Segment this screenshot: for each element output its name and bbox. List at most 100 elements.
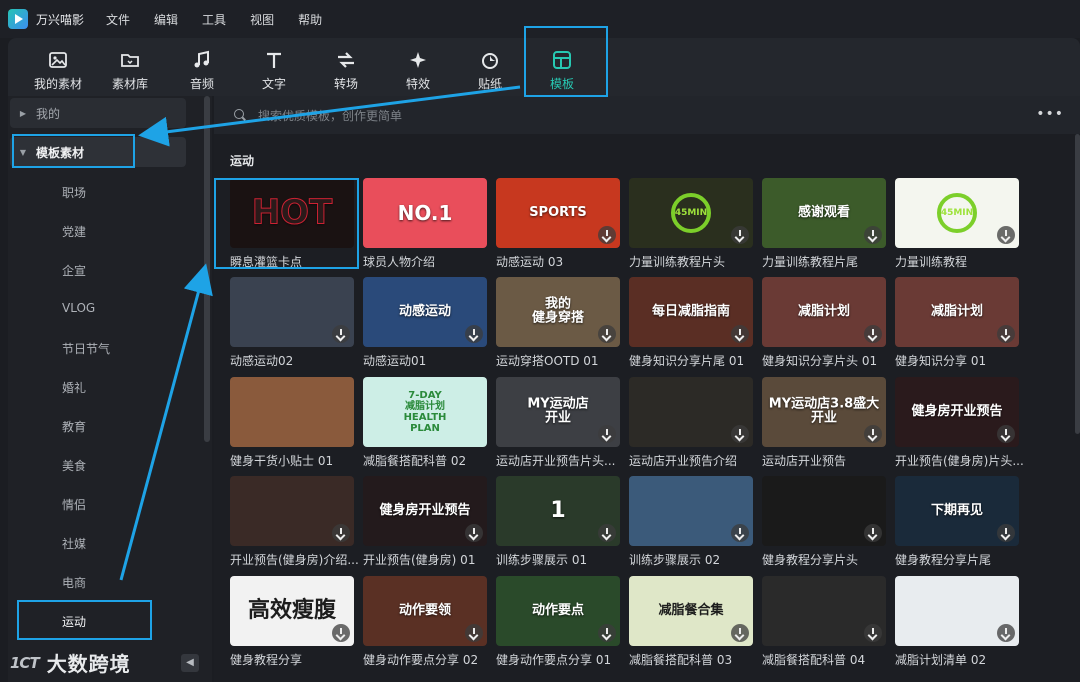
sidebar-item-social[interactable]: 社媒 <box>62 535 86 552</box>
download-icon[interactable] <box>864 325 882 343</box>
template-card[interactable]: HOT 瞬息灌篮卡点 <box>230 178 354 270</box>
sidebar-item-templates[interactable]: ▼ 模板素材 <box>10 137 186 167</box>
template-card[interactable]: 减脂计划 健身知识分享片头 01 <box>762 277 886 369</box>
template-thumbnail[interactable] <box>230 277 354 347</box>
menu-tools[interactable]: 工具 <box>202 11 226 28</box>
template-thumbnail[interactable]: 健身房开业预告 <box>363 476 487 546</box>
download-icon[interactable] <box>598 425 616 443</box>
download-icon[interactable] <box>598 226 616 244</box>
template-thumbnail[interactable]: SPORTS <box>496 178 620 248</box>
sidebar-item-party[interactable]: 党建 <box>62 223 86 240</box>
template-card[interactable]: 高效瘦腹 健身教程分享 <box>230 576 354 668</box>
template-card[interactable]: 减脂餐搭配科普 04 <box>762 576 886 668</box>
sidebar-item-sports[interactable]: 运动 <box>62 613 86 630</box>
download-icon[interactable] <box>864 425 882 443</box>
download-icon[interactable] <box>598 624 616 642</box>
sidebar-item-workplace[interactable]: 职场 <box>62 184 86 201</box>
template-card[interactable]: 动作要点 健身动作要点分享 01 <box>496 576 620 668</box>
sidebar-item-my[interactable]: ▶ 我的 <box>10 98 186 128</box>
template-card[interactable]: 下期再见 健身教程分享片尾 <box>895 476 1019 568</box>
sidebar-item-corporate[interactable]: 企宣 <box>62 262 86 279</box>
template-thumbnail[interactable]: 7-DAY 减脂计划 HEALTH PLAN <box>363 377 487 447</box>
template-thumbnail[interactable] <box>895 576 1019 646</box>
template-thumbnail[interactable]: 健身房开业预告 <box>895 377 1019 447</box>
template-thumbnail[interactable]: 减脂计划 <box>895 277 1019 347</box>
template-card[interactable]: 我的 健身穿搭 运动穿搭OOTD 01 <box>496 277 620 369</box>
template-card[interactable]: 45MIN 力量训练教程 <box>895 178 1019 270</box>
template-thumbnail[interactable]: MY运动店 开业 <box>496 377 620 447</box>
template-card[interactable]: 动感运动02 <box>230 277 354 369</box>
sidebar-item-wedding[interactable]: 婚礼 <box>62 379 86 396</box>
template-card[interactable]: 动感运动 动感运动01 <box>363 277 487 369</box>
template-card[interactable]: 减脂计划清单 02 <box>895 576 1019 668</box>
template-thumbnail[interactable] <box>762 576 886 646</box>
template-thumbnail[interactable] <box>230 377 354 447</box>
template-card[interactable]: 训练步骤展示 02 <box>629 476 753 568</box>
download-icon[interactable] <box>864 624 882 642</box>
sidebar-item-couple[interactable]: 情侣 <box>62 496 86 513</box>
tab-templates[interactable]: 模板 <box>526 38 598 96</box>
download-icon[interactable] <box>465 524 483 542</box>
template-thumbnail[interactable]: 感谢观看 <box>762 178 886 248</box>
tab-transition[interactable]: 转场 <box>310 38 382 96</box>
menu-file[interactable]: 文件 <box>106 11 130 28</box>
download-icon[interactable] <box>465 624 483 642</box>
template-card[interactable]: 每日减脂指南 健身知识分享片尾 01 <box>629 277 753 369</box>
download-icon[interactable] <box>731 524 749 542</box>
template-thumbnail[interactable]: 下期再见 <box>895 476 1019 546</box>
template-thumbnail[interactable]: 45MIN <box>895 178 1019 248</box>
template-thumbnail[interactable]: 我的 健身穿搭 <box>496 277 620 347</box>
template-card[interactable]: 运动店开业预告介绍 <box>629 377 753 469</box>
download-icon[interactable] <box>332 325 350 343</box>
download-icon[interactable] <box>997 226 1015 244</box>
template-thumbnail[interactable] <box>762 476 886 546</box>
sidebar-item-ecommerce[interactable]: 电商 <box>62 574 86 591</box>
template-thumbnail[interactable]: 高效瘦腹 <box>230 576 354 646</box>
template-thumbnail[interactable]: 45MIN <box>629 178 753 248</box>
template-thumbnail[interactable]: 每日减脂指南 <box>629 277 753 347</box>
tab-stickers[interactable]: 贴纸 <box>454 38 526 96</box>
sidebar-item-education[interactable]: 教育 <box>62 418 86 435</box>
sidebar-item-festival[interactable]: 节日节气 <box>62 340 110 357</box>
template-card[interactable]: SPORTS 动感运动 03 <box>496 178 620 270</box>
template-thumbnail[interactable]: 动感运动 <box>363 277 487 347</box>
download-icon[interactable] <box>598 325 616 343</box>
template-thumbnail[interactable]: HOT <box>230 178 354 248</box>
menu-view[interactable]: 视图 <box>250 11 274 28</box>
download-icon[interactable] <box>997 425 1015 443</box>
download-icon[interactable] <box>332 524 350 542</box>
download-icon[interactable] <box>997 325 1015 343</box>
more-options-icon[interactable]: ••• <box>1036 106 1064 122</box>
content-scrollbar[interactable] <box>1075 134 1080 434</box>
template-thumbnail[interactable]: NO.1 <box>363 178 487 248</box>
menu-edit[interactable]: 编辑 <box>154 11 178 28</box>
download-icon[interactable] <box>332 624 350 642</box>
template-thumbnail[interactable] <box>629 377 753 447</box>
template-thumbnail[interactable]: 减脂餐合集 <box>629 576 753 646</box>
download-icon[interactable] <box>997 624 1015 642</box>
tab-my-media[interactable]: 我的素材 <box>22 38 94 96</box>
template-thumbnail[interactable]: MY运动店3.8盛大开业 <box>762 377 886 447</box>
template-card[interactable]: 开业预告(健身房)介绍... <box>230 476 359 568</box>
download-icon[interactable] <box>465 325 483 343</box>
download-icon[interactable] <box>731 425 749 443</box>
template-thumbnail[interactable] <box>629 476 753 546</box>
template-card[interactable]: MY运动店3.8盛大开业 运动店开业预告 <box>762 377 886 469</box>
template-card[interactable]: 健身房开业预告 开业预告(健身房) 01 <box>363 476 487 568</box>
template-card[interactable]: 感谢观看 力量训练教程片尾 <box>762 178 886 270</box>
download-icon[interactable] <box>864 524 882 542</box>
template-card[interactable]: 减脂餐合集 减脂餐搭配科普 03 <box>629 576 753 668</box>
download-icon[interactable] <box>598 524 616 542</box>
template-card[interactable]: 健身干货小贴士 01 <box>230 377 354 469</box>
template-thumbnail[interactable]: 动作要点 <box>496 576 620 646</box>
template-card[interactable]: 健身教程分享片头 <box>762 476 886 568</box>
sidebar-scrollbar[interactable] <box>204 96 210 442</box>
template-card[interactable]: 减脂计划 健身知识分享 01 <box>895 277 1019 369</box>
sidebar-item-vlog[interactable]: VLOG <box>62 301 95 315</box>
template-card[interactable]: MY运动店 开业 运动店开业预告片头... <box>496 377 620 469</box>
collapse-sidebar-button[interactable]: ◀ <box>181 654 199 672</box>
sidebar-item-food[interactable]: 美食 <box>62 457 86 474</box>
search-input[interactable]: 搜索优质模板，创作更简单 <box>258 107 402 124</box>
template-thumbnail[interactable] <box>230 476 354 546</box>
download-icon[interactable] <box>864 226 882 244</box>
